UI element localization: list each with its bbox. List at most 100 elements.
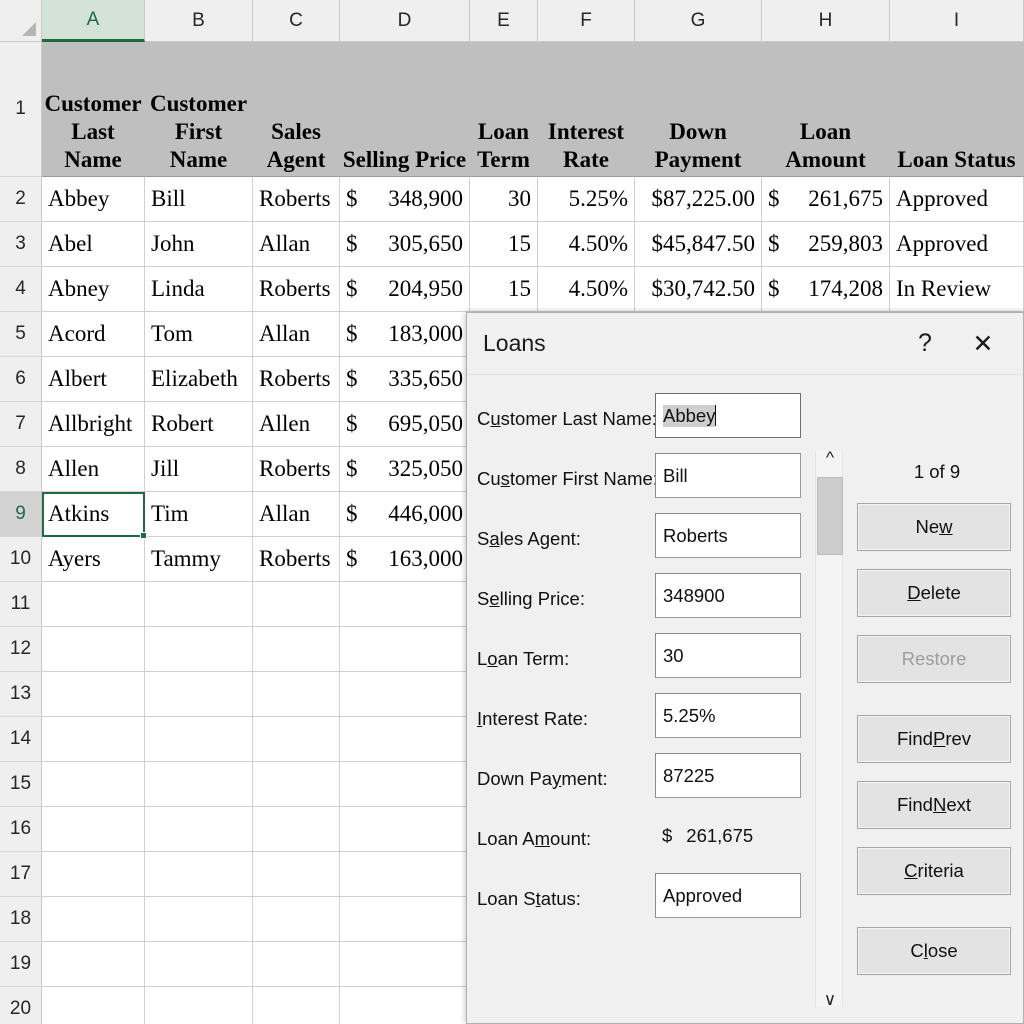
cell-B14[interactable] <box>145 717 253 762</box>
cell-B11[interactable] <box>145 582 253 627</box>
cell-H3[interactable]: $259,803 <box>762 222 890 267</box>
cell-D2[interactable]: $348,900 <box>340 177 470 222</box>
cell-B2[interactable]: Bill <box>145 177 253 222</box>
cell-C19[interactable] <box>253 942 340 987</box>
cell-D7[interactable]: $695,050 <box>340 402 470 447</box>
cell-B4[interactable]: Linda <box>145 267 253 312</box>
cell-B7[interactable]: Robert <box>145 402 253 447</box>
row-header-10[interactable]: 10 <box>0 537 42 582</box>
cell-C6[interactable]: Roberts <box>253 357 340 402</box>
cell-D3[interactable]: $305,650 <box>340 222 470 267</box>
row-header-13[interactable]: 13 <box>0 672 42 717</box>
cell-F4[interactable]: 4.50% <box>538 267 635 312</box>
cell-F2[interactable]: 5.25% <box>538 177 635 222</box>
cell-D6[interactable]: $335,650 <box>340 357 470 402</box>
cell-A3[interactable]: Abel <box>42 222 145 267</box>
row-header-9[interactable]: 9 <box>0 492 42 537</box>
column-header-i[interactable]: I <box>890 0 1024 42</box>
column-header-e[interactable]: E <box>470 0 538 42</box>
button-close[interactable]: Close <box>857 927 1011 975</box>
cell-C3[interactable]: Allan <box>253 222 340 267</box>
cell-A12[interactable] <box>42 627 145 672</box>
column-header-d[interactable]: D <box>340 0 470 42</box>
cell-D11[interactable] <box>340 582 470 627</box>
cell-G3[interactable]: $45,847.50 <box>635 222 762 267</box>
cell-B17[interactable] <box>145 852 253 897</box>
scroll-down-icon[interactable]: ∨ <box>816 987 844 1013</box>
cell-B19[interactable] <box>145 942 253 987</box>
cell-B6[interactable]: Elizabeth <box>145 357 253 402</box>
cell-G4[interactable]: $30,742.50 <box>635 267 762 312</box>
cell-D10[interactable]: $163,000 <box>340 537 470 582</box>
cell-A19[interactable] <box>42 942 145 987</box>
scroll-up-icon[interactable]: ^ <box>816 445 844 471</box>
cell-D9[interactable]: $446,000 <box>340 492 470 537</box>
cell-D16[interactable] <box>340 807 470 852</box>
cell-A17[interactable] <box>42 852 145 897</box>
field-input-0[interactable]: Abbey <box>655 393 801 438</box>
cell-A14[interactable] <box>42 717 145 762</box>
cell-I2[interactable]: Approved <box>890 177 1024 222</box>
cell-B12[interactable] <box>145 627 253 672</box>
cell-C9[interactable]: Allan <box>253 492 340 537</box>
cell-C15[interactable] <box>253 762 340 807</box>
cell-F3[interactable]: 4.50% <box>538 222 635 267</box>
cell-H4[interactable]: $174,208 <box>762 267 890 312</box>
field-input-5[interactable]: 5.25% <box>655 693 801 738</box>
cell-A13[interactable] <box>42 672 145 717</box>
row-header-8[interactable]: 8 <box>0 447 42 492</box>
row-header-4[interactable]: 4 <box>0 267 42 312</box>
field-input-1[interactable]: Bill <box>655 453 801 498</box>
cell-E2[interactable]: 30 <box>470 177 538 222</box>
cell-C7[interactable]: Allen <box>253 402 340 447</box>
cell-B13[interactable] <box>145 672 253 717</box>
scrollbar-thumb[interactable] <box>817 477 843 555</box>
column-header-h[interactable]: H <box>762 0 890 42</box>
cell-D14[interactable] <box>340 717 470 762</box>
cell-B20[interactable] <box>145 987 253 1024</box>
cell-B9[interactable]: Tim <box>145 492 253 537</box>
help-icon[interactable]: ? <box>905 324 945 364</box>
cell-C11[interactable] <box>253 582 340 627</box>
field-input-6[interactable]: 87225 <box>655 753 801 798</box>
cell-D15[interactable] <box>340 762 470 807</box>
cell-C12[interactable] <box>253 627 340 672</box>
cell-A8[interactable]: Allen <box>42 447 145 492</box>
row-header-15[interactable]: 15 <box>0 762 42 807</box>
cell-B8[interactable]: Jill <box>145 447 253 492</box>
row-header-6[interactable]: 6 <box>0 357 42 402</box>
row-header-18[interactable]: 18 <box>0 897 42 942</box>
row-header-2[interactable]: 2 <box>0 177 42 222</box>
cell-D12[interactable] <box>340 627 470 672</box>
cell-A4[interactable]: Abney <box>42 267 145 312</box>
close-icon[interactable]: ✕ <box>963 324 1003 364</box>
field-input-3[interactable]: 348900 <box>655 573 801 618</box>
row-header-3[interactable]: 3 <box>0 222 42 267</box>
cell-C18[interactable] <box>253 897 340 942</box>
cell-B5[interactable]: Tom <box>145 312 253 357</box>
cell-C17[interactable] <box>253 852 340 897</box>
cell-C4[interactable]: Roberts <box>253 267 340 312</box>
column-header-f[interactable]: F <box>538 0 635 42</box>
row-header-17[interactable]: 17 <box>0 852 42 897</box>
cell-E4[interactable]: 15 <box>470 267 538 312</box>
cell-D13[interactable] <box>340 672 470 717</box>
column-header-b[interactable]: B <box>145 0 253 42</box>
row-header-12[interactable]: 12 <box>0 627 42 672</box>
button-new[interactable]: New <box>857 503 1011 551</box>
cell-A7[interactable]: Allbright <box>42 402 145 447</box>
button-delete[interactable]: Delete <box>857 569 1011 617</box>
field-input-4[interactable]: 30 <box>655 633 801 678</box>
cell-B15[interactable] <box>145 762 253 807</box>
button-find-next[interactable]: Find Next <box>857 781 1011 829</box>
cell-D17[interactable] <box>340 852 470 897</box>
cell-E3[interactable]: 15 <box>470 222 538 267</box>
button-criteria[interactable]: Criteria <box>857 847 1011 895</box>
cell-C20[interactable] <box>253 987 340 1024</box>
cell-D4[interactable]: $204,950 <box>340 267 470 312</box>
cell-B10[interactable]: Tammy <box>145 537 253 582</box>
cell-D8[interactable]: $325,050 <box>340 447 470 492</box>
cell-A9[interactable]: Atkins <box>42 492 145 537</box>
row-header-7[interactable]: 7 <box>0 402 42 447</box>
cell-A5[interactable]: Acord <box>42 312 145 357</box>
